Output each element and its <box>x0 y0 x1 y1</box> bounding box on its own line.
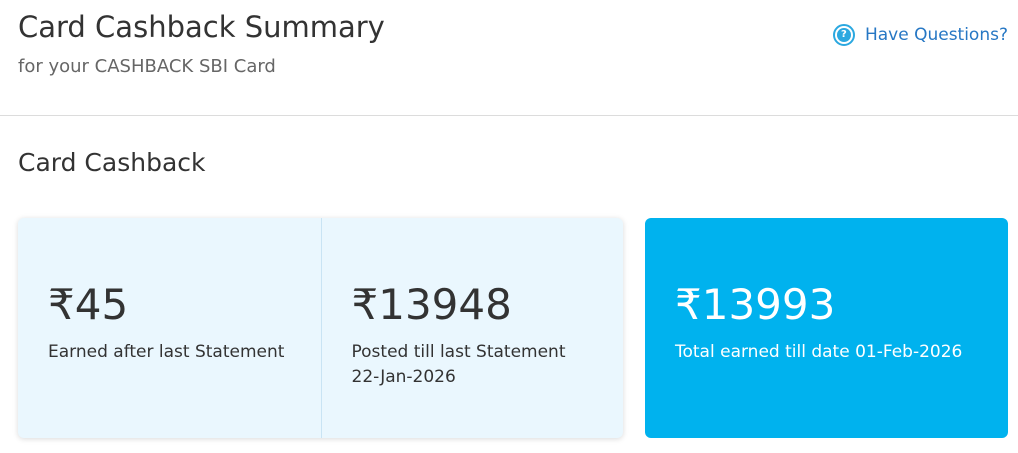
earned-after-statement-stat: ₹45 Earned after last Statement <box>18 218 321 438</box>
section-title: Card Cashback <box>18 148 206 177</box>
question-circle-icon[interactable]: ? <box>832 24 855 46</box>
page-title: Card Cashback Summary <box>18 10 385 44</box>
total-earned-card: ₹13993 Total earned till date 01-Feb-202… <box>645 218 1008 438</box>
total-amount: ₹13993 <box>675 280 836 329</box>
page-subtitle: for your CASHBACK SBI Card <box>18 56 276 77</box>
posted-label: Posted till last Statement <box>351 342 566 362</box>
posted-description: Posted till last Statement 22-Jan-2026 <box>352 340 566 390</box>
total-label: Total earned till date 01-Feb-2026 <box>675 342 963 362</box>
posted-date: 22-Jan-2026 <box>351 367 456 387</box>
page-header: Card Cashback Summary for your CASHBACK … <box>0 0 1018 116</box>
have-questions-link[interactable]: ? Have Questions? <box>832 24 1008 46</box>
have-questions-label[interactable]: Have Questions? <box>865 25 1008 45</box>
earned-label: Earned after last Statement <box>48 342 285 362</box>
posted-amount: ₹13948 <box>351 280 512 329</box>
earned-amount: ₹45 <box>48 280 129 329</box>
posted-till-statement-stat: ₹13948 Posted till last Statement 22-Jan… <box>320 218 624 438</box>
cashback-stats-card: ₹45 Earned after last Statement ₹13948 P… <box>18 218 623 438</box>
